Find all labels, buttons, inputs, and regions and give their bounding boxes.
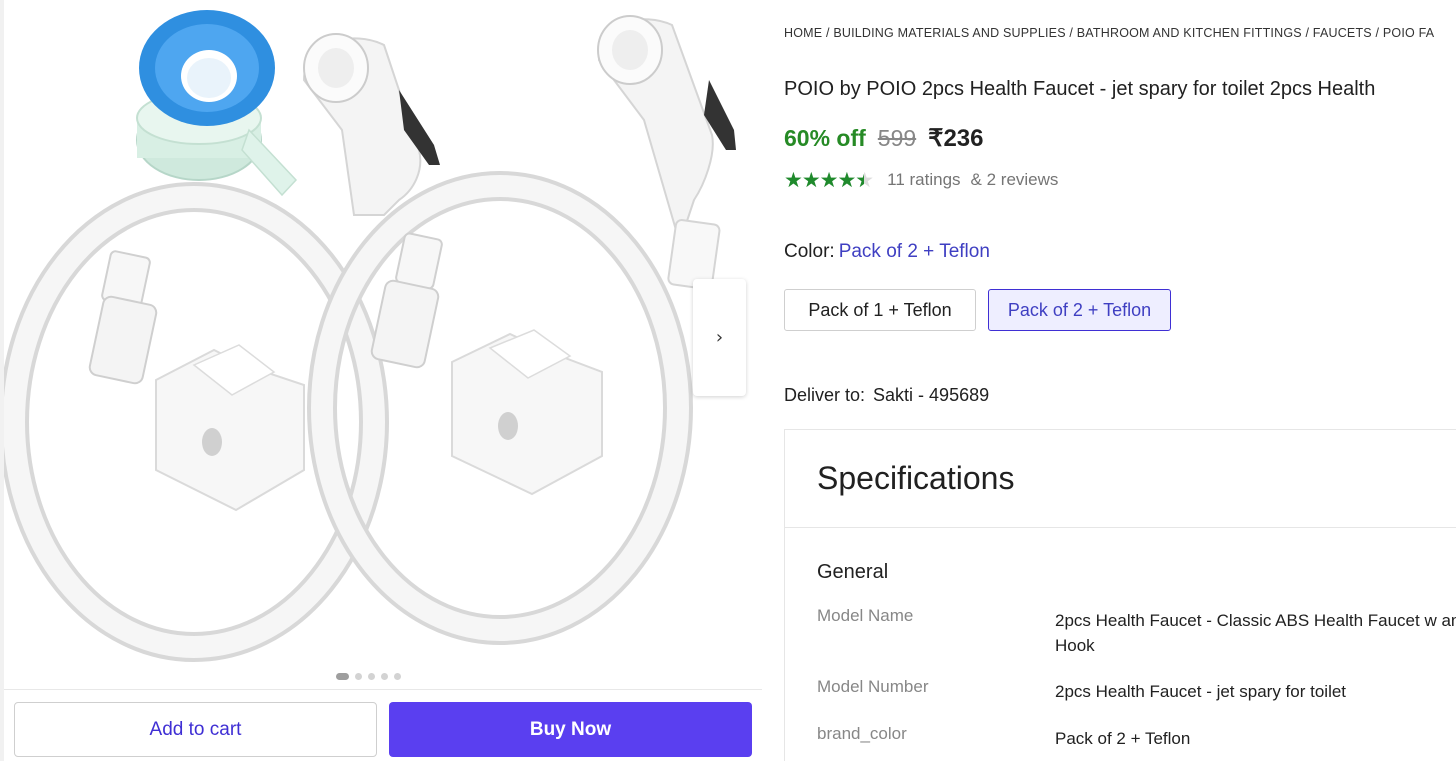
- specifications-title: Specifications: [817, 460, 1015, 496]
- spec-key: brand_color: [817, 724, 907, 743]
- hook-right: [451, 329, 603, 496]
- carousel-dot-4[interactable]: [381, 673, 388, 680]
- specifications-card: Specifications General Model Name 2pcs H…: [784, 429, 1456, 761]
- specifications-header: Specifications: [785, 430, 1456, 528]
- discount-label: 60% off: [784, 125, 866, 151]
- variant-pack-of-1[interactable]: Pack of 1 + Teflon: [784, 289, 976, 331]
- spec-value: 2pcs Health Faucet - Classic ABS Health …: [1055, 611, 1456, 655]
- faucet-head-left: [302, 33, 440, 216]
- star-fill: ★★★★★: [784, 168, 864, 192]
- carousel-dot-1[interactable]: [336, 673, 349, 680]
- variant-pack-of-2[interactable]: Pack of 2 + Teflon: [988, 289, 1171, 331]
- spec-value: Pack of 2 + Teflon: [1055, 729, 1191, 748]
- color-label: Color:: [784, 241, 835, 262]
- carousel-dot-2[interactable]: [355, 673, 362, 680]
- spec-key: Model Number: [817, 677, 929, 696]
- color-selection: Color: Pack of 2 + Teflon: [784, 241, 990, 263]
- deliver-label: Deliver to:: [784, 385, 866, 405]
- price-row: 60% off 599 ₹236: [784, 124, 983, 153]
- chevron-right-icon: ›: [715, 327, 724, 348]
- hook-left: [155, 344, 305, 512]
- teflon-tape: [136, 10, 298, 197]
- product-gallery: › Add to cart Buy Now: [0, 0, 762, 761]
- add-to-cart-button[interactable]: Add to cart: [14, 702, 377, 757]
- spec-group-title: General: [817, 561, 889, 583]
- spec-value: 2pcs Health Faucet - jet spary for toile…: [1055, 682, 1347, 701]
- ratings-count: 11 ratings: [887, 170, 961, 189]
- product-details: HOME / BUILDING MATERIALS AND SUPPLIES /…: [784, 0, 1456, 761]
- buy-now-button[interactable]: Buy Now: [389, 702, 752, 757]
- carousel-dot-5[interactable]: [394, 673, 401, 680]
- deliver-location-value: Sakti - 495689: [873, 385, 990, 405]
- product-image[interactable]: [4, 0, 760, 690]
- breadcrumb[interactable]: HOME / BUILDING MATERIALS AND SUPPLIES /…: [784, 26, 1434, 40]
- spec-key: Model Name: [817, 606, 914, 625]
- reviews-count: & 2 reviews: [970, 170, 1059, 189]
- next-image-button[interactable]: ›: [693, 279, 746, 396]
- carousel-dots: [336, 673, 401, 680]
- selling-price: ₹236: [928, 125, 984, 152]
- rating-row[interactable]: ★★★★★★★★★★ 11 ratings & 2 reviews: [784, 168, 1058, 192]
- color-selected-value: Pack of 2 + Teflon: [838, 241, 990, 262]
- product-title: POIO by POIO 2pcs Health Faucet - jet sp…: [784, 78, 1376, 100]
- delivery-location[interactable]: Deliver to: Sakti - 495689: [784, 385, 989, 406]
- carousel-dot-3[interactable]: [368, 673, 375, 680]
- action-bar: Add to cart Buy Now: [4, 689, 762, 761]
- star-rating-icon: ★★★★★★★★★★: [784, 168, 874, 192]
- mrp-price: 599: [877, 125, 917, 151]
